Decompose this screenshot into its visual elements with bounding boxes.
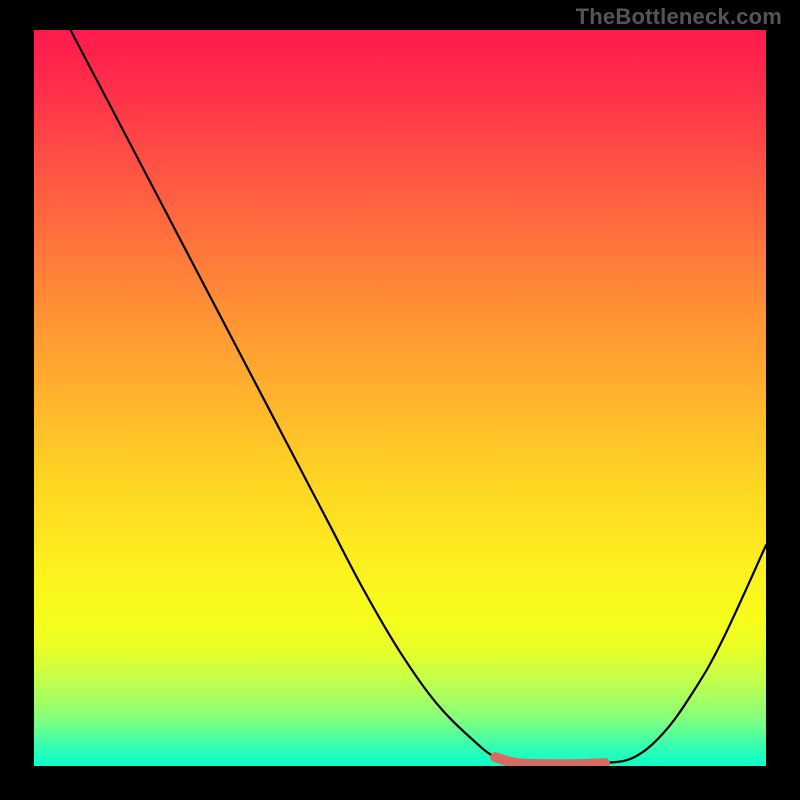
bottleneck-curve [34, 30, 766, 764]
watermark-text: TheBottleneck.com [576, 4, 782, 30]
chart-svg [34, 30, 766, 766]
chart-plot-area [34, 30, 766, 766]
minimum-highlight [495, 757, 605, 764]
